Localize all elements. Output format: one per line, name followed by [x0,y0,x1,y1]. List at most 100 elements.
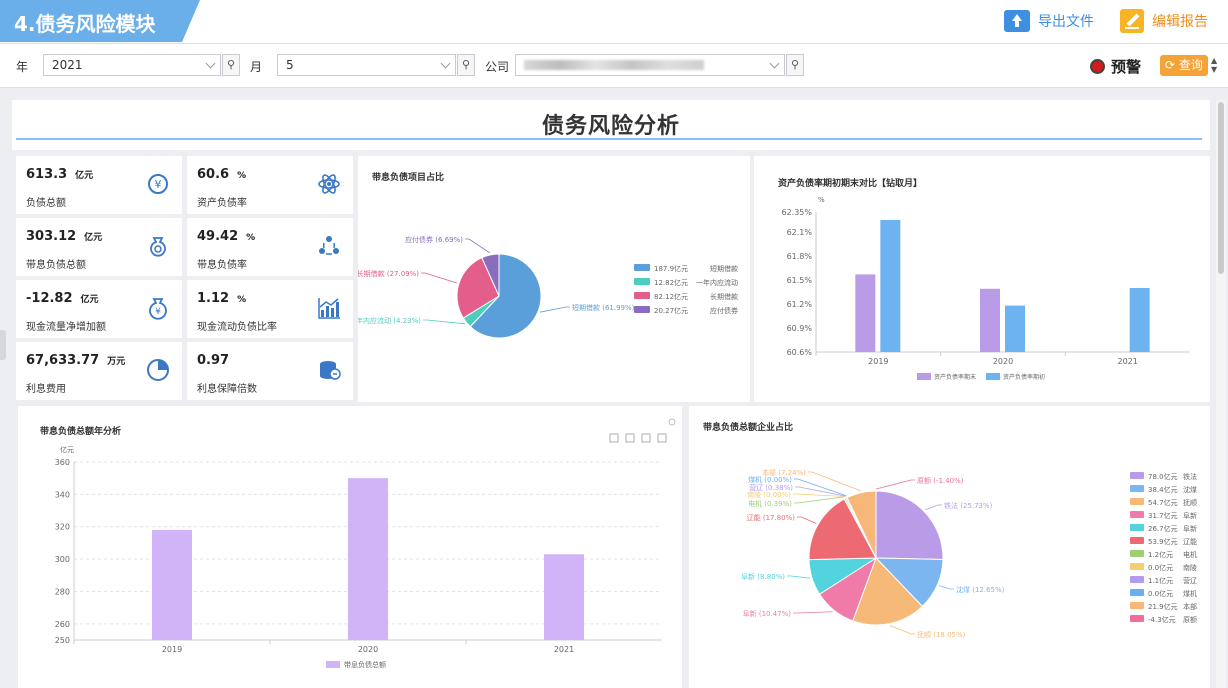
month-label: 月 [250,60,263,74]
page-title-bar: 债务风险分析 [12,100,1210,150]
bar[interactable] [880,220,901,352]
kpi-tile: 60.6% 资产负债率 [187,156,353,214]
company-pin-icon[interactable]: ⚲ [786,54,804,76]
pie-slice-label: 长期借款 (27.09%) [358,269,419,278]
kpi-tile: 303.12 亿元带息负债总额 [16,218,182,276]
query-button[interactable]: ⟳ 查询 [1160,55,1208,76]
kpi-unit: % [246,233,256,243]
edit-report-button[interactable]: 编辑报告 [1120,8,1208,34]
kpi-value: 49.42% [197,229,256,244]
bar[interactable] [980,288,1000,352]
legend-swatch [634,292,650,299]
bar[interactable] [1129,288,1150,352]
legend-name: 铁法 [1183,472,1197,481]
kpi-unit: % [237,295,247,305]
legend-swatch [326,661,340,668]
svg-text:¥: ¥ [155,178,162,191]
pie-label-line [465,238,491,254]
interest-debt-year-card: 带息负债总额年分析 亿元 360 340 320 300 280 260 250 2019 202… [18,406,682,688]
kpi-value: 60.6% [197,167,247,182]
bar-growth-icon [318,298,340,319]
scrollbar-thumb[interactable] [1218,102,1224,274]
bar[interactable] [348,478,388,640]
legend-value: 0.0亿元 [1148,563,1173,572]
app-header: 4.债务风险模块 导出文件 编辑报告 [0,0,1228,44]
legend-value: 187.9亿元 [654,264,688,273]
kpi-value: 67,633.77 万元 [26,353,126,368]
legend-swatch [634,264,650,271]
company-value-redacted [524,60,704,70]
legend-name: 原额 [1183,615,1197,624]
pie-slice[interactable] [875,490,944,561]
legend-swatch [1130,589,1144,596]
bar[interactable] [544,554,584,640]
debt-items-pie-chart: 短期借款 (61.99%) 一年内应流动 (4.23%) 长期借款 (27.09%)… [358,235,738,339]
legend-swatch [986,373,1000,380]
year-label: 年 [16,60,29,74]
kpi-name: 利息保障倍数 [197,384,257,395]
kpi-value: 1.12% [197,291,247,306]
bar[interactable] [1005,305,1025,352]
kpi-value: -12.82 亿元 [26,291,99,306]
month-pin-icon[interactable]: ⚲ [457,54,475,76]
asset-ratio-bar-chart: % 62.35% 62.1% 61.8% 61.5% 61.2% 60.9% 60.6% 201… [781,196,1190,381]
year-pin-icon[interactable]: ⚲ [222,54,240,76]
pie-icon [147,359,169,381]
page-title: 债务风险分析 [541,114,680,139]
month-select[interactable]: 5 [277,54,456,76]
year-value: 2021 [52,58,83,72]
year-select[interactable]: 2021 [43,54,221,76]
kpi-value: 303.12 亿元 [26,229,103,244]
legend-name: 短期借款 [710,264,738,273]
atom-icon [318,174,340,194]
kpi-unit: 亿元 [80,295,99,305]
toolbar-chart-icon[interactable] [625,433,635,443]
query-label: 查询 [1178,58,1203,72]
y-tick-label: 320 [55,523,70,532]
pie-slice-label: 原额 (-1.40%) [917,476,964,485]
pie-slice-label: 辽能 (17.80%) [747,513,796,522]
title-divider [16,138,1202,140]
kpi-tile: -12.82 亿元 现金流量净增加额 ¥ [16,280,182,338]
legend-name: 应付债券 [710,306,738,315]
y-tick-label: 360 [55,458,70,467]
edit-report-label: 编辑报告 [1152,14,1208,30]
pencil-icon [1120,9,1144,33]
svg-text:¥: ¥ [155,307,161,317]
pie-label-line [889,625,915,635]
warning-indicator: 预警 [1090,56,1141,77]
y-axis-unit: 亿元 [60,445,74,454]
kpi-name: 带息负债总额 [26,260,86,271]
legend-value: 31.7亿元 [1148,511,1178,520]
kpi-tile: 49.42% 带息负债率 [187,218,353,276]
toolbar-refresh-icon[interactable] [657,433,667,443]
module-tab[interactable]: 4.债务风险模块 [0,0,200,42]
legend-swatch [1130,550,1144,557]
pie-label-line [421,272,458,284]
pie-label-line [793,611,833,614]
company-select[interactable] [515,54,785,76]
pie-slice-label: 沈煤 (12.65%) [956,585,1005,594]
x-tick-label: 2021 [1117,357,1137,366]
warning-label: 预警 [1111,58,1142,76]
toolbar-save-icon[interactable] [641,433,651,443]
export-file-label: 导出文件 [1038,14,1094,30]
legend-label: 带息负债总额 [344,660,386,669]
settings-icon[interactable] [668,418,676,426]
pie-label-line [423,319,465,325]
legend-name: 一年内应流动 [696,278,738,287]
legend-value: 20.27亿元 [654,306,688,315]
toolbar-table-icon[interactable] [609,433,619,443]
pie-slice-label: 铁法 (25.73%) [944,501,993,510]
sidebar-toggle-handle[interactable] [0,330,6,360]
chevron-down-icon [205,58,216,69]
bar[interactable] [855,274,876,352]
legend-swatch [1130,524,1144,531]
export-file-button[interactable]: 导出文件 [1004,8,1094,34]
legend-swatch [1130,511,1144,518]
y-axis-unit: % [818,196,825,204]
legend-name: 煤机 [1183,589,1197,598]
legend-name: 营辽 [1183,576,1197,585]
bar[interactable] [152,529,192,640]
spinner-arrows-icon[interactable]: ▲ ▼ [1211,56,1217,74]
